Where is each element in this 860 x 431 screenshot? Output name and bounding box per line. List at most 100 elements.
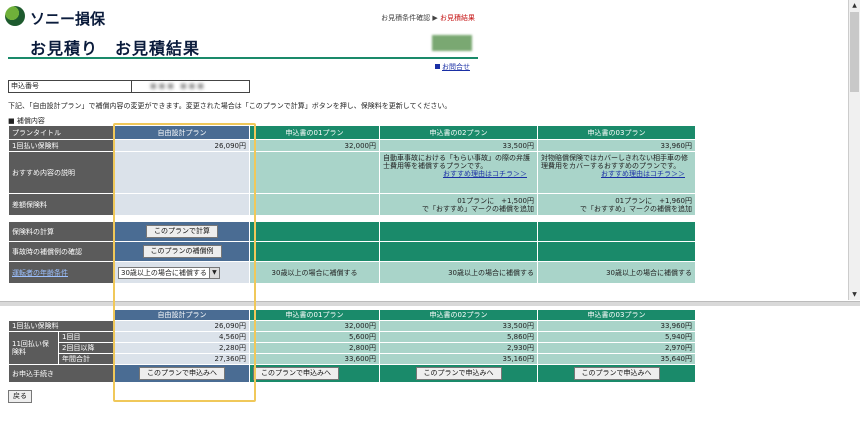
contact-label: お問合せ [442,63,470,71]
contact-link[interactable]: お問合せ [435,62,470,72]
difference-line: 01プランに +1,500円 [457,196,534,205]
amount-cell: 4,560円 [114,331,250,343]
row-header: 1回払い保険料 [8,139,115,152]
page-title: お見積り お見積結果 [30,39,201,58]
calculate-plan-button[interactable]: このプランで計算 [146,225,218,238]
amount-cell: 27,360円 [114,353,250,365]
amount-cell: 2,930円 [379,342,538,354]
plan-example-button[interactable]: このプランの補償例 [142,245,222,258]
row-header: お申込手続き [8,364,115,383]
plan-header: 自由設計プラン [114,125,250,140]
difference-line: で「おすすめ」マークの補償を追加 [422,204,534,213]
empty-cell [379,241,538,262]
frame-divider [0,301,860,306]
apply-cell: このプランで申込みへ [114,364,250,383]
contact-square-icon [435,64,440,69]
age-cell: 30歳以上の場合に補償する [537,261,696,284]
table-row: お申込手続き このプランで申込みへ このプランで申込みへ このプランで申込みへ … [8,364,696,383]
notice-text: 下記、「自由設計プラン」で補償内容の変更ができます。変更された場合は「このプラン… [8,102,452,110]
scroll-down-icon[interactable]: ▼ [850,290,859,299]
step-result: お見積結果 [440,14,475,22]
row-header: 1回払い保険料 [8,320,115,332]
driver-age-link[interactable]: 運転者の年齢条件 [12,269,68,277]
apply-plan-button[interactable]: このプランで申込みへ [415,367,502,380]
premium-cell: 33,960円 [537,139,696,152]
table-row: おすすめ内容の説明 自動車事故における「もらい事故」の際の弁護士費用等を補償する… [8,151,696,194]
amount-cell: 5,600円 [249,331,380,343]
amount-cell: 33,500円 [379,320,538,332]
row-header: 保険料の計算 [8,221,115,242]
age-select-cell: 30歳以上の場合に補償する ▼ [114,261,250,284]
amount-cell: 35,640円 [537,353,696,365]
amount-cell: 2,280円 [114,342,250,354]
brand-name: ソニー損保 [30,10,106,28]
table-row: プランタイトル 自由設計プラン 申込書の01プラン 申込書の02プラン 申込書の… [8,125,696,140]
table-row: 差額保険料 01プランに +1,500円 で「おすすめ」マークの補償を追加 01プ… [8,193,696,216]
empty-cell [249,151,380,194]
driver-age-select[interactable]: 30歳以上の場合に補償する ▼ [118,266,220,279]
recommendation-text: 対物賠償保険ではカバーしきれない相手車の修理費用をカバーするおすすめのプランです… [541,154,688,170]
apply-cell: このプランで申込みへ [249,364,380,383]
amount-cell: 32,000円 [249,320,380,332]
amount-cell: 35,160円 [379,353,538,365]
title-divider [8,57,478,59]
amount-cell: 26,090円 [114,320,250,332]
scrollbar-thumb[interactable] [850,12,859,92]
table-row: 運転者の年齢条件 30歳以上の場合に補償する ▼ 30歳以上の場合に補償する 30… [8,261,696,284]
empty-cell [537,241,696,262]
empty-cell [249,193,380,216]
back-button[interactable]: 戻る [8,390,32,403]
table-row: 自由設計プラン 申込書の01プラン 申込書の02プラン 申込書の03プラン [8,309,696,321]
vertical-scrollbar[interactable]: ▲ ▼ [848,0,860,300]
amount-cell: 33,960円 [537,320,696,332]
apply-plan-button[interactable]: このプランで申込みへ [139,367,225,380]
scroll-up-icon[interactable]: ▲ [850,1,859,10]
application-number-label: 申込番号 [9,81,132,92]
summary-table: 自由設計プラン 申込書の01プラン 申込書の02プラン 申込書の03プラン 1回… [8,309,696,383]
premium-cell: 26,090円 [114,139,250,152]
step-breadcrumb: お見積条件確認 ▶ お見積結果 [381,13,475,23]
amount-cell: 33,600円 [249,353,380,365]
apply-plan-button[interactable]: このプランで申込みへ [573,367,660,380]
premium-cell: 32,000円 [249,139,380,152]
age-cell: 30歳以上の場合に補償する [379,261,538,284]
plan-header: 申込書の01プラン [249,125,380,140]
sub-row-header: 1回目 [58,331,115,343]
reason-link[interactable]: おすすめ理由はコチラ＞＞ [383,170,527,178]
plan-header: 申込書の02プラン [379,309,538,321]
row-header: プランタイトル [8,125,115,140]
calc-cell: このプランで計算 [114,221,250,242]
driver-age-value: 30歳以上の場合に補償する [121,268,207,277]
difference-cell: 01プランに +1,960円 で「おすすめ」マークの補償を追加 [537,193,696,216]
table-row: 年間合計 27,360円 33,600円 35,160円 35,640円 [9,353,696,365]
apply-cell: このプランで申込みへ [379,364,538,383]
empty-cell [8,309,115,321]
empty-cell [379,221,538,242]
row-header: 事故時の補償例の確認 [8,241,115,262]
plan-header: 申込書の02プラン [379,125,538,140]
difference-line: 01プランに +1,960円 [615,196,692,205]
table-row: 2回目以降 2,280円 2,800円 2,930円 2,970円 [9,342,696,354]
table-row: 11回払い保険料 1回目 4,560円 5,600円 5,860円 5,940円 [8,331,696,365]
step-arrow-icon: ▶ [432,14,438,22]
table-row: 1回払い保険料 26,090円 32,000円 33,500円 33,960円 [8,139,696,152]
sub-row-header: 2回目以降 [58,342,115,354]
empty-cell [114,193,250,216]
row-header: 差額保険料 [8,193,115,216]
dropdown-arrow-icon: ▼ [208,267,219,278]
step-confirm: お見積条件確認 [381,14,431,22]
difference-line: で「おすすめ」マークの補償を追加 [580,204,692,213]
application-number-value: ■■■ ■■■ [150,82,206,90]
reason-link[interactable]: おすすめ理由はコチラ＞＞ [541,170,685,178]
recommendation-cell: 自動車事故における「もらい事故」の際の弁護士費用等を補償するプランです。 おすすめ… [379,151,538,194]
coverage-table: プランタイトル 自由設計プラン 申込書の01プラン 申込書の02プラン 申込書の… [8,125,696,284]
apply-plan-button[interactable]: このプランで申込みへ [253,367,339,380]
brand-logo-icon [5,6,25,26]
blurred-badge [432,35,472,51]
example-cell: このプランの補償例 [114,241,250,262]
plan-header: 申込書の03プラン [537,125,696,140]
table-row: 事故時の補償例の確認 このプランの補償例 [8,241,696,262]
apply-cell: このプランで申込みへ [537,364,696,383]
table-row: 1回払い保険料 26,090円 32,000円 33,500円 33,960円 [8,320,696,332]
age-cell: 30歳以上の場合に補償する [249,261,380,284]
